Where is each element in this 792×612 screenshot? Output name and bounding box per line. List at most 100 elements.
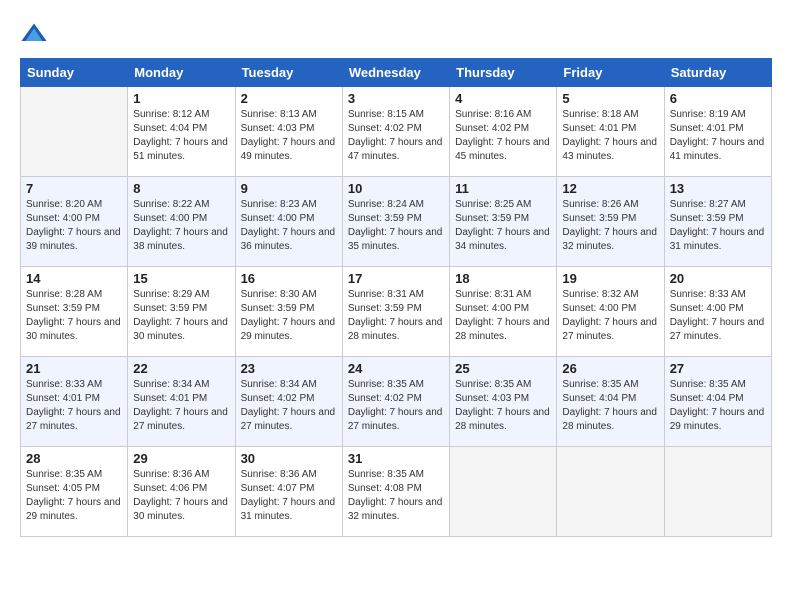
- calendar-cell: [21, 87, 128, 177]
- day-number: 9: [241, 181, 337, 196]
- day-info: Sunrise: 8:25 AM Sunset: 3:59 PM Dayligh…: [455, 198, 551, 254]
- day-info: Sunrise: 8:30 AM Sunset: 3:59 PM Dayligh…: [241, 288, 337, 344]
- weekday-header-monday: Monday: [128, 59, 235, 87]
- day-info: Sunrise: 8:35 AM Sunset: 4:08 PM Dayligh…: [348, 468, 444, 524]
- calendar-cell: 21 Sunrise: 8:33 AM Sunset: 4:01 PM Dayli…: [21, 357, 128, 447]
- calendar-cell: 27 Sunrise: 8:35 AM Sunset: 4:04 PM Dayli…: [664, 357, 771, 447]
- day-number: 14: [26, 271, 122, 286]
- weekday-header-saturday: Saturday: [664, 59, 771, 87]
- day-info: Sunrise: 8:36 AM Sunset: 4:06 PM Dayligh…: [133, 468, 229, 524]
- day-number: 7: [26, 181, 122, 196]
- day-number: 18: [455, 271, 551, 286]
- day-number: 20: [670, 271, 766, 286]
- calendar-cell: 8Sunrise: 8:22 AM Sunset: 4:00 PM Daylig…: [128, 177, 235, 267]
- calendar-table: SundayMondayTuesdayWednesdayThursdayFrid…: [20, 58, 772, 537]
- day-info: Sunrise: 8:34 AM Sunset: 4:01 PM Dayligh…: [133, 378, 229, 434]
- calendar-cell: 29 Sunrise: 8:36 AM Sunset: 4:06 PM Dayli…: [128, 447, 235, 537]
- day-info: Sunrise: 8:31 AM Sunset: 3:59 PM Dayligh…: [348, 288, 444, 344]
- day-number: 29: [133, 451, 229, 466]
- calendar-week-row: 28 Sunrise: 8:35 AM Sunset: 4:05 PM Dayli…: [21, 447, 772, 537]
- calendar-cell: 16Sunrise: 8:30 AM Sunset: 3:59 PM Dayli…: [235, 267, 342, 357]
- day-number: 11: [455, 181, 551, 196]
- day-info: Sunrise: 8:22 AM Sunset: 4:00 PM Dayligh…: [133, 198, 229, 254]
- logo: [20, 20, 52, 48]
- day-info: Sunrise: 8:28 AM Sunset: 3:59 PM Dayligh…: [26, 288, 122, 344]
- calendar-cell: 9 Sunrise: 8:23 AM Sunset: 4:00 PM Daylig…: [235, 177, 342, 267]
- calendar-week-row: 21 Sunrise: 8:33 AM Sunset: 4:01 PM Dayli…: [21, 357, 772, 447]
- weekday-header-row: SundayMondayTuesdayWednesdayThursdayFrid…: [21, 59, 772, 87]
- day-number: 3: [348, 91, 444, 106]
- day-info: Sunrise: 8:20 AM Sunset: 4:00 PM Dayligh…: [26, 198, 122, 254]
- day-number: 12: [562, 181, 658, 196]
- day-number: 23: [241, 361, 337, 376]
- calendar-cell: 1 Sunrise: 8:12 AM Sunset: 4:04 PM Daylig…: [128, 87, 235, 177]
- day-number: 27: [670, 361, 766, 376]
- day-number: 5: [562, 91, 658, 106]
- day-info: Sunrise: 8:33 AM Sunset: 4:00 PM Dayligh…: [670, 288, 766, 344]
- calendar-cell: 14 Sunrise: 8:28 AM Sunset: 3:59 PM Dayli…: [21, 267, 128, 357]
- day-number: 28: [26, 451, 122, 466]
- day-info: Sunrise: 8:26 AM Sunset: 3:59 PM Dayligh…: [562, 198, 658, 254]
- day-info: Sunrise: 8:15 AM Sunset: 4:02 PM Dayligh…: [348, 108, 444, 164]
- calendar-cell: 18 Sunrise: 8:31 AM Sunset: 4:00 PM Dayli…: [450, 267, 557, 357]
- day-info: Sunrise: 8:35 AM Sunset: 4:04 PM Dayligh…: [670, 378, 766, 434]
- day-number: 21: [26, 361, 122, 376]
- day-info: Sunrise: 8:24 AM Sunset: 3:59 PM Dayligh…: [348, 198, 444, 254]
- day-number: 2: [241, 91, 337, 106]
- day-info: Sunrise: 8:29 AM Sunset: 3:59 PM Dayligh…: [133, 288, 229, 344]
- day-info: Sunrise: 8:35 AM Sunset: 4:03 PM Dayligh…: [455, 378, 551, 434]
- calendar-cell: 31 Sunrise: 8:35 AM Sunset: 4:08 PM Dayli…: [342, 447, 449, 537]
- day-number: 6: [670, 91, 766, 106]
- calendar-cell: 24 Sunrise: 8:35 AM Sunset: 4:02 PM Dayli…: [342, 357, 449, 447]
- day-info: Sunrise: 8:36 AM Sunset: 4:07 PM Dayligh…: [241, 468, 337, 524]
- calendar-cell: 7 Sunrise: 8:20 AM Sunset: 4:00 PM Daylig…: [21, 177, 128, 267]
- day-number: 31: [348, 451, 444, 466]
- weekday-header-sunday: Sunday: [21, 59, 128, 87]
- day-info: Sunrise: 8:35 AM Sunset: 4:05 PM Dayligh…: [26, 468, 122, 524]
- page-header: [20, 20, 772, 48]
- weekday-header-friday: Friday: [557, 59, 664, 87]
- day-info: Sunrise: 8:33 AM Sunset: 4:01 PM Dayligh…: [26, 378, 122, 434]
- calendar-cell: 19 Sunrise: 8:32 AM Sunset: 4:00 PM Dayli…: [557, 267, 664, 357]
- day-number: 26: [562, 361, 658, 376]
- calendar-cell: 26Sunrise: 8:35 AM Sunset: 4:04 PM Dayli…: [557, 357, 664, 447]
- day-number: 1: [133, 91, 229, 106]
- calendar-cell: [450, 447, 557, 537]
- calendar-cell: 10 Sunrise: 8:24 AM Sunset: 3:59 PM Dayli…: [342, 177, 449, 267]
- day-info: Sunrise: 8:18 AM Sunset: 4:01 PM Dayligh…: [562, 108, 658, 164]
- day-info: Sunrise: 8:13 AM Sunset: 4:03 PM Dayligh…: [241, 108, 337, 164]
- weekday-header-wednesday: Wednesday: [342, 59, 449, 87]
- calendar-cell: 5 Sunrise: 8:18 AM Sunset: 4:01 PM Daylig…: [557, 87, 664, 177]
- day-number: 4: [455, 91, 551, 106]
- day-info: Sunrise: 8:27 AM Sunset: 3:59 PM Dayligh…: [670, 198, 766, 254]
- calendar-week-row: 7 Sunrise: 8:20 AM Sunset: 4:00 PM Daylig…: [21, 177, 772, 267]
- day-number: 30: [241, 451, 337, 466]
- calendar-cell: 13Sunrise: 8:27 AM Sunset: 3:59 PM Dayli…: [664, 177, 771, 267]
- calendar-cell: 25 Sunrise: 8:35 AM Sunset: 4:03 PM Dayli…: [450, 357, 557, 447]
- day-number: 19: [562, 271, 658, 286]
- day-number: 25: [455, 361, 551, 376]
- calendar-cell: 11 Sunrise: 8:25 AM Sunset: 3:59 PM Dayli…: [450, 177, 557, 267]
- calendar-cell: 12 Sunrise: 8:26 AM Sunset: 3:59 PM Dayli…: [557, 177, 664, 267]
- day-info: Sunrise: 8:31 AM Sunset: 4:00 PM Dayligh…: [455, 288, 551, 344]
- calendar-cell: 20 Sunrise: 8:33 AM Sunset: 4:00 PM Dayli…: [664, 267, 771, 357]
- day-info: Sunrise: 8:34 AM Sunset: 4:02 PM Dayligh…: [241, 378, 337, 434]
- day-info: Sunrise: 8:32 AM Sunset: 4:00 PM Dayligh…: [562, 288, 658, 344]
- calendar-cell: 28 Sunrise: 8:35 AM Sunset: 4:05 PM Dayli…: [21, 447, 128, 537]
- day-number: 22: [133, 361, 229, 376]
- calendar-cell: [557, 447, 664, 537]
- day-info: Sunrise: 8:23 AM Sunset: 4:00 PM Dayligh…: [241, 198, 337, 254]
- calendar-week-row: 14 Sunrise: 8:28 AM Sunset: 3:59 PM Dayli…: [21, 267, 772, 357]
- day-number: 10: [348, 181, 444, 196]
- calendar-cell: 6 Sunrise: 8:19 AM Sunset: 4:01 PM Daylig…: [664, 87, 771, 177]
- calendar-cell: 23 Sunrise: 8:34 AM Sunset: 4:02 PM Dayli…: [235, 357, 342, 447]
- day-info: Sunrise: 8:19 AM Sunset: 4:01 PM Dayligh…: [670, 108, 766, 164]
- day-number: 15: [133, 271, 229, 286]
- day-info: Sunrise: 8:16 AM Sunset: 4:02 PM Dayligh…: [455, 108, 551, 164]
- day-info: Sunrise: 8:35 AM Sunset: 4:02 PM Dayligh…: [348, 378, 444, 434]
- day-number: 24: [348, 361, 444, 376]
- logo-icon: [20, 20, 48, 48]
- calendar-week-row: 1 Sunrise: 8:12 AM Sunset: 4:04 PM Daylig…: [21, 87, 772, 177]
- day-info: Sunrise: 8:12 AM Sunset: 4:04 PM Dayligh…: [133, 108, 229, 164]
- calendar-cell: 22 Sunrise: 8:34 AM Sunset: 4:01 PM Dayli…: [128, 357, 235, 447]
